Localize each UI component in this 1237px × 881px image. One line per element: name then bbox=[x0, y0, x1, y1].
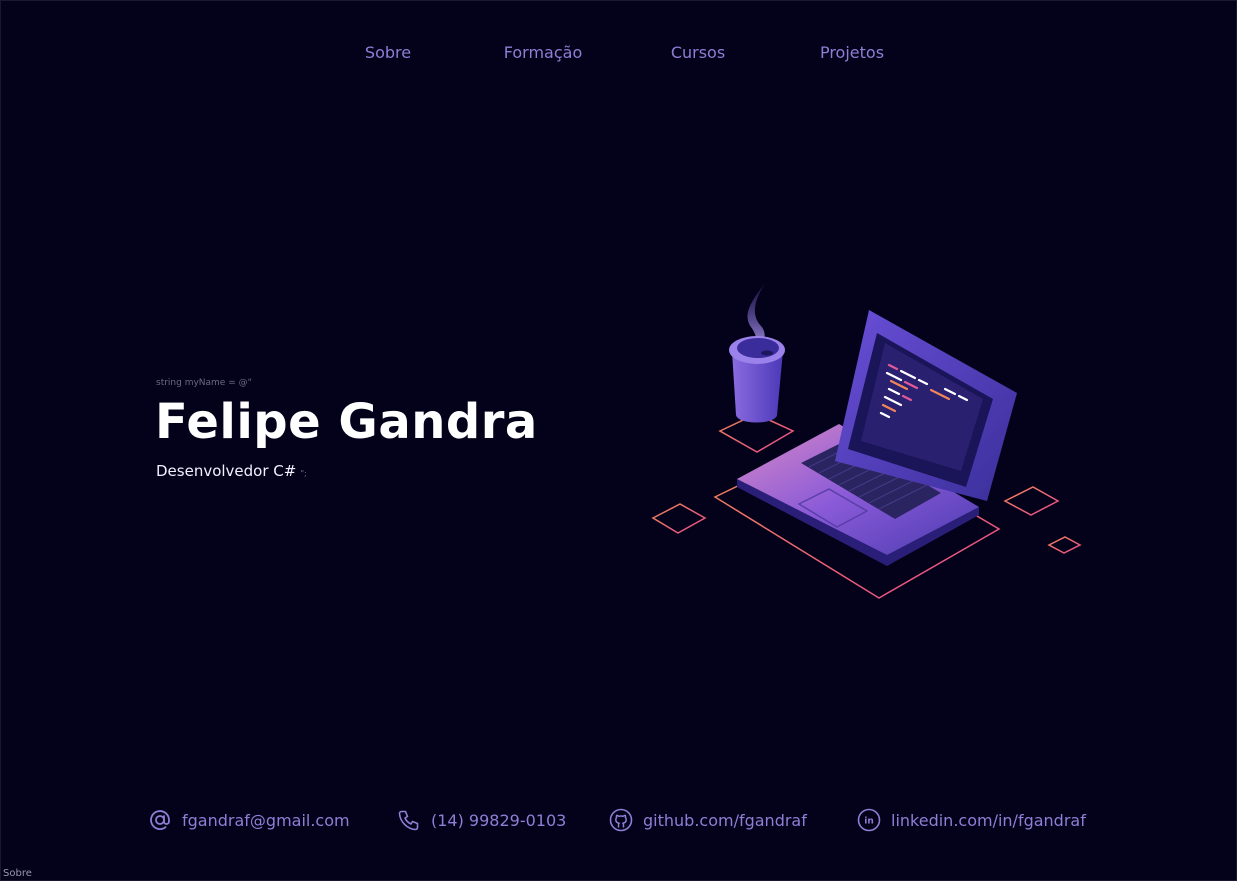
coffee-cup-lid-inner bbox=[737, 338, 779, 358]
phone-icon bbox=[398, 810, 419, 831]
contact-email-text: fgandraf@gmail.com bbox=[182, 810, 350, 830]
contact-phone[interactable]: (14) 99829-0103 bbox=[397, 807, 566, 833]
coffee-cup-sip bbox=[761, 350, 773, 356]
diamond-outline bbox=[651, 503, 707, 534]
diamond-outline bbox=[1047, 536, 1082, 554]
contact-linkedin[interactable]: in linkedin.com/in/fgandraf bbox=[857, 807, 1086, 833]
hero-role-line: Desenvolvedor C# "; bbox=[156, 462, 307, 480]
nav-item-sobre[interactable]: Sobre bbox=[365, 43, 411, 62]
hero-role: Desenvolvedor C# bbox=[156, 462, 297, 480]
contact-github-text: github.com/fgandraf bbox=[643, 810, 807, 830]
svg-text:in: in bbox=[864, 817, 874, 827]
contact-phone-text: (14) 99829-0103 bbox=[431, 810, 567, 830]
contact-email[interactable]: fgandraf@gmail.com bbox=[148, 807, 350, 833]
page: Sobre Formação Cursos Projetos string my… bbox=[0, 0, 1237, 881]
nav-item-projetos[interactable]: Projetos bbox=[820, 43, 884, 62]
laptop-coffee-illustration bbox=[651, 283, 1082, 599]
nav-item-formacao[interactable]: Formação bbox=[504, 43, 583, 62]
status-label: Sobre bbox=[3, 868, 32, 879]
hero-name: Felipe Gandra bbox=[155, 394, 538, 450]
at-icon bbox=[150, 810, 170, 830]
nav-item-cursos[interactable]: Cursos bbox=[671, 43, 725, 62]
contact-github[interactable]: github.com/fgandraf bbox=[609, 807, 807, 833]
linkedin-icon: in bbox=[857, 808, 881, 832]
hero-role-suffix: "; bbox=[300, 469, 307, 478]
diamond-outline bbox=[1003, 486, 1060, 516]
github-icon bbox=[609, 808, 633, 832]
contact-linkedin-text: linkedin.com/in/fgandraf bbox=[891, 810, 1086, 830]
top-nav: Sobre Formação Cursos Projetos bbox=[1, 43, 1236, 67]
hero-code-prefix: string myName = @" bbox=[156, 378, 252, 388]
